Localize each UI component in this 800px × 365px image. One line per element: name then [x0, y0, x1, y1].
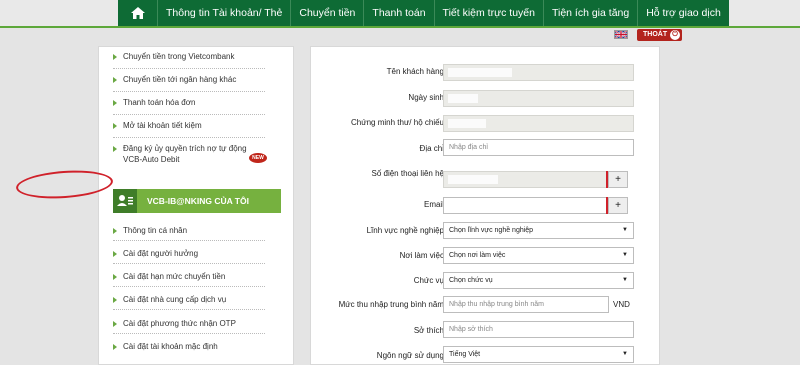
workplace-select[interactable]: Chọn nơi làm việc ▼: [443, 247, 634, 264]
divider: [113, 137, 265, 138]
hobby-label: Sở thích: [413, 326, 444, 335]
sidebar-item-service-provider[interactable]: Cài đặt nhà cung cấp dịch vụ: [113, 294, 265, 305]
nav-underline: [0, 26, 800, 28]
language-label: Ngôn ngữ sử dụng: [376, 351, 444, 360]
phone-field[interactable]: [443, 171, 610, 188]
sidebar-item-default-account[interactable]: Cài đặt tài khoản mặc định: [113, 341, 265, 352]
position-select[interactable]: Chọn chức vụ ▼: [443, 272, 634, 289]
customer-name-label: Tên khách hàng: [386, 67, 444, 76]
income-unit: VND: [613, 300, 630, 309]
nav-item-payment[interactable]: Thanh toán: [364, 0, 435, 26]
logout-button[interactable]: THOÁT ⏻: [637, 29, 682, 41]
workplace-value: Chọn nơi làm việc: [449, 252, 506, 259]
dob-field: [443, 90, 634, 107]
divider: [113, 68, 265, 69]
redacted-value: [448, 175, 498, 184]
divider: [113, 309, 265, 310]
address-input[interactable]: Nhập địa chỉ: [443, 139, 634, 156]
position-label: Chức vụ: [413, 276, 444, 285]
dropdown-arrow-icon: ▼: [622, 351, 628, 357]
income-label: Mức thu nhập trung bình năm: [338, 300, 444, 309]
redacted-value: [448, 119, 486, 128]
divider: [113, 91, 265, 92]
divider: [113, 286, 265, 287]
sidebar-item-personal-info[interactable]: Thông tin cá nhân: [113, 225, 265, 236]
language-value: Tiếng Việt: [449, 351, 481, 358]
nav-item-account-card[interactable]: Thông tin Tài khoản/ Thẻ: [158, 0, 292, 26]
divider: [113, 114, 265, 115]
nav-item-support[interactable]: Hỗ trợ giao dịch: [638, 0, 729, 26]
divider: [113, 333, 265, 334]
logout-label: THOÁT: [643, 31, 668, 38]
nav-home-button[interactable]: [118, 0, 158, 26]
nav-bar: Thông tin Tài khoản/ Thẻ Chuyển tiền Tha…: [118, 0, 729, 26]
income-input[interactable]: Nhập thu nhập trung bình năm: [443, 296, 609, 313]
sidebar-item-interbank-transfer[interactable]: Chuyển tiền tới ngân hàng khác: [113, 74, 265, 85]
dob-label: Ngày sinh: [408, 93, 444, 102]
position-value: Chọn chức vụ: [449, 277, 493, 284]
id-field: [443, 115, 634, 132]
home-icon: [130, 7, 145, 19]
id-label: Chứng minh thư/ hộ chiếu: [351, 118, 444, 127]
sidebar-item-open-savings[interactable]: Mở tài khoản tiết kiệm: [113, 120, 265, 131]
add-phone-button[interactable]: +: [608, 171, 628, 188]
divider: [113, 263, 265, 264]
sidebar-item-transfer-limit[interactable]: Cài đặt hạn mức chuyển tiền: [113, 271, 265, 282]
top-navigation: Thông tin Tài khoản/ Thẻ Chuyển tiền Tha…: [0, 0, 800, 26]
redacted-value: [448, 94, 478, 103]
email-input[interactable]: [443, 197, 610, 214]
address-label: Địa chỉ: [419, 144, 444, 153]
dropdown-arrow-icon: ▼: [622, 252, 628, 258]
occupation-label: Lĩnh vực nghề nghiệp: [366, 226, 444, 235]
nav-item-transfer[interactable]: Chuyển tiền: [291, 0, 365, 26]
sidebar-item-beneficiary-settings[interactable]: Cài đặt người hưởng: [113, 248, 265, 259]
dropdown-arrow-icon: ▼: [622, 277, 628, 283]
sidebar-section-title: VCB-IB@NKING CỦA TÔI: [147, 196, 249, 206]
divider: [113, 240, 265, 241]
power-icon: ⏻: [670, 30, 680, 40]
language-select[interactable]: Tiếng Việt ▼: [443, 346, 634, 363]
email-label: Email: [423, 200, 444, 209]
sidebar-item-bill-payment[interactable]: Thanh toán hóa đơn: [113, 97, 265, 108]
uk-flag-icon[interactable]: [614, 30, 628, 39]
dropdown-arrow-icon: ▼: [622, 227, 628, 233]
hobby-input[interactable]: Nhập sở thích: [443, 321, 634, 338]
redacted-value: [448, 68, 512, 77]
sidebar-item-otp-method[interactable]: Cài đặt phương thức nhận OTP: [113, 318, 265, 329]
workplace-label: Nơi làm việc: [399, 251, 444, 260]
user-card-icon: [113, 189, 137, 213]
add-email-button[interactable]: +: [608, 197, 628, 214]
nav-item-utilities[interactable]: Tiện ích gia tăng: [544, 0, 639, 26]
occupation-select[interactable]: Chọn lĩnh vực nghề nghiệp ▼: [443, 222, 634, 239]
sidebar-item-internal-transfer[interactable]: Chuyển tiền trong Vietcombank: [113, 51, 265, 62]
phone-label: Số điện thoại liên hệ: [371, 169, 445, 178]
occupation-value: Chọn lĩnh vực nghề nghiệp: [449, 227, 534, 234]
customer-name-field: [443, 64, 634, 81]
nav-item-online-savings[interactable]: Tiết kiệm trực tuyến: [435, 0, 544, 26]
new-badge: NEW: [249, 153, 267, 163]
sidebar-item-auto-debit[interactable]: Đăng ký ủy quyền trích nợ tự động VCB-Au…: [113, 143, 265, 165]
